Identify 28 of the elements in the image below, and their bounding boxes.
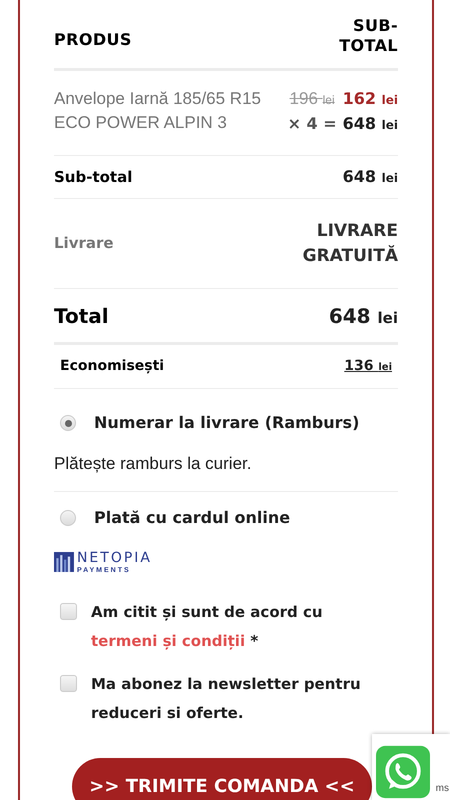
radio-button[interactable] [60,415,76,431]
product-name: Anvelope Iarnă 185/65 R15 ECO POWER ALPIN 3 [54,88,262,134]
whatsapp-icon[interactable] [376,744,430,800]
payment-description: Plătește ramburs la curier. [54,454,252,473]
line-total: 648 lei [342,113,398,135]
consent-text: Am citit și sunt de acord cu termeni și condiții * [91,602,324,652]
row-label: Economisești [60,357,164,376]
radio-button[interactable] [60,510,76,526]
row-label: Total [54,302,109,330]
row-value: 648 lei [342,166,398,188]
consent-text: Ma abonez la newsletter pentru reduceri si oferte. [91,674,362,724]
recaptcha-text: ms [436,783,449,795]
sale-price: 162 lei [342,88,398,110]
row-label: Livrare [54,233,114,254]
column-header: SUB-TOTAL [338,16,398,56]
row-value: 648 lei [328,302,398,330]
submit-order-button[interactable]: >> TRIMITE COMANDA << [72,758,372,800]
row-value: LIVRARE GRATUITĂ [302,220,398,268]
row-label: Sub-total [54,166,132,188]
checkbox[interactable] [60,675,77,692]
row-value: 136 lei [344,357,392,376]
old-price: 196 lei [290,88,335,110]
payment-option-label[interactable]: Plată cu cardul online [94,506,290,530]
column-header: PRODUS [54,29,132,51]
quantity: × 4 = [288,113,337,135]
terms-link[interactable]: termeni și condiții [91,632,246,650]
checkbox[interactable] [60,603,77,620]
payment-option-label[interactable]: Numerar la livrare (Ramburs) [94,411,360,435]
